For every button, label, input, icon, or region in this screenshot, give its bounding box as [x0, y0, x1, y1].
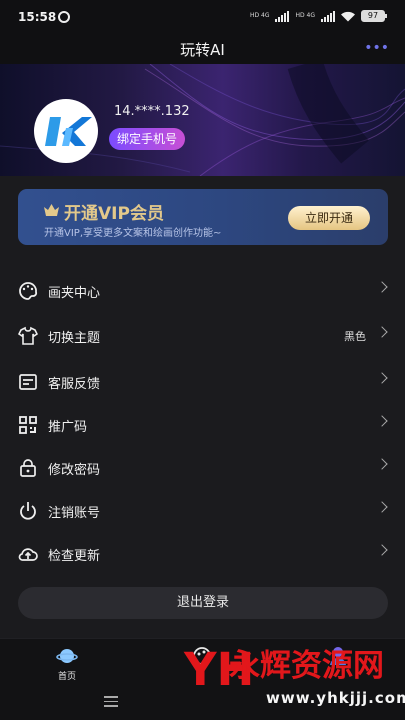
signal-icon	[275, 10, 290, 22]
chevron-right-icon	[376, 501, 388, 513]
menu-label-delete-account: 注销账号	[48, 506, 101, 521]
watermark-logo: YH 永辉资源网 www.yhkjjj.com	[184, 640, 405, 720]
network-type-2: HD 4G	[295, 12, 315, 19]
menu-label-change-password: 修改密码	[48, 463, 101, 478]
avatar[interactable]	[34, 99, 98, 163]
chevron-right-icon	[376, 281, 388, 293]
qr-code-icon	[19, 416, 37, 434]
menu-label-feedback: 客服反馈	[48, 377, 101, 392]
user-id: 14.****.132	[114, 104, 190, 119]
tshirt-icon	[18, 326, 38, 345]
menu-label-theme: 切换主题	[48, 331, 101, 346]
bind-phone-button[interactable]: 绑定手机号	[109, 128, 186, 150]
status-time: 15:58	[18, 10, 57, 24]
menu-label-check-update: 检查更新	[48, 549, 101, 564]
menu-label-promo-code: 推广码	[48, 420, 88, 435]
palette-icon	[19, 282, 38, 300]
menu-label-gallery: 画夹中心	[48, 286, 101, 301]
vip-description: 开通VIP,享受更多文案和绘画创作功能~	[44, 228, 222, 239]
menu-item-change-password[interactable]: 修改密码	[18, 452, 388, 482]
chevron-right-icon	[376, 326, 388, 338]
chevron-right-icon	[376, 458, 388, 470]
menu-item-check-update[interactable]: 检查更新	[18, 538, 388, 568]
power-icon	[20, 502, 36, 520]
watermark-brand: 永辉资源网	[229, 648, 384, 684]
menu-item-feedback[interactable]: 客服反馈	[18, 366, 388, 396]
menu-item-theme[interactable]: 切换主题 黑色	[18, 320, 388, 350]
chevron-right-icon	[376, 544, 388, 556]
more-dots-icon[interactable]: •••	[364, 40, 389, 56]
page-title: 玩转AI	[180, 41, 225, 59]
network-type-1: HD 4G	[249, 12, 270, 19]
tab-home[interactable]: 首页	[27, 639, 107, 686]
tab-label-home: 首页	[57, 672, 76, 682]
menu-item-gallery[interactable]: 画夹中心	[18, 275, 388, 305]
signal-icon-2	[321, 10, 335, 22]
status-icons: HD 4G HD 4G 97	[249, 10, 387, 22]
wifi-icon	[341, 11, 355, 21]
watermark-url: www.yhkjjj.com	[266, 689, 405, 707]
profile-header: 14.****.132 绑定手机号	[0, 64, 405, 176]
title-bar: 玩转AI •••	[0, 34, 405, 64]
status-bar: 15:58 HD 4G HD 4G 97	[0, 0, 405, 34]
cloud-upload-icon	[18, 548, 38, 561]
nav-menu-icon[interactable]	[104, 696, 118, 710]
menu-item-promo-code[interactable]: 推广码	[18, 409, 388, 439]
vip-title: 开通VIP会员	[64, 204, 164, 224]
vip-banner[interactable]: 开通VIP会员 开通VIP,享受更多文案和绘画创作功能~ 立即开通	[18, 189, 388, 245]
open-vip-button[interactable]: 立即开通	[288, 206, 370, 230]
theme-value: 黑色	[344, 330, 366, 343]
crown-icon	[44, 204, 59, 216]
chevron-right-icon	[376, 415, 388, 427]
logout-button[interactable]: 退出登录	[18, 587, 388, 619]
alarm-icon	[58, 11, 70, 23]
feedback-icon	[19, 374, 37, 390]
battery-icon: 97	[361, 10, 387, 22]
menu-item-delete-account[interactable]: 注销账号	[18, 495, 388, 525]
app-logo-icon	[45, 117, 92, 146]
chevron-right-icon	[376, 372, 388, 384]
lock-icon	[20, 459, 36, 477]
planet-icon	[56, 649, 78, 663]
